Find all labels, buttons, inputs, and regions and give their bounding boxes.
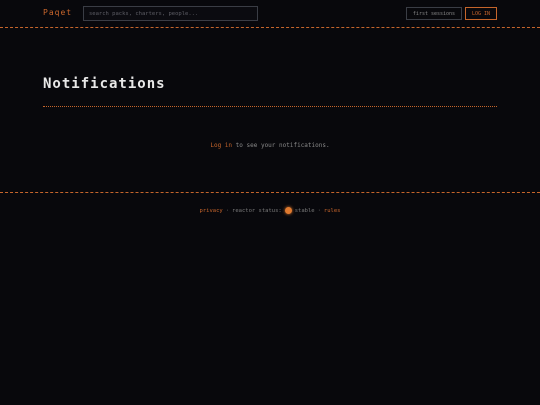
title-divider	[43, 106, 497, 107]
top-bar: Paqet first sessions LOG IN	[0, 0, 540, 28]
privacy-link[interactable]: privacy	[200, 208, 223, 214]
status-dot-icon	[284, 207, 292, 214]
search-input[interactable]	[83, 6, 258, 21]
login-link[interactable]: Log in	[210, 142, 232, 149]
page-title: Notifications	[43, 76, 166, 92]
login-prompt-text: to see your notifications.	[232, 142, 330, 149]
page: Paqet first sessions LOG IN Notification…	[0, 0, 540, 405]
login-button[interactable]: LOG IN	[465, 7, 497, 20]
rules-link[interactable]: rules	[324, 208, 341, 214]
first-sessions-button[interactable]: first sessions	[406, 7, 462, 20]
reactor-status-value: stable	[294, 207, 315, 214]
reactor-status-label: reactor status:	[232, 207, 282, 214]
brand-logo[interactable]: Paqet	[43, 8, 72, 17]
login-prompt: Log in to see your notifications.	[0, 142, 540, 149]
footer-separator: ·	[317, 207, 321, 214]
footer: privacy · reactor status: stable · rules	[0, 207, 540, 214]
footer-separator: ·	[225, 207, 230, 214]
footer-divider	[0, 192, 540, 193]
